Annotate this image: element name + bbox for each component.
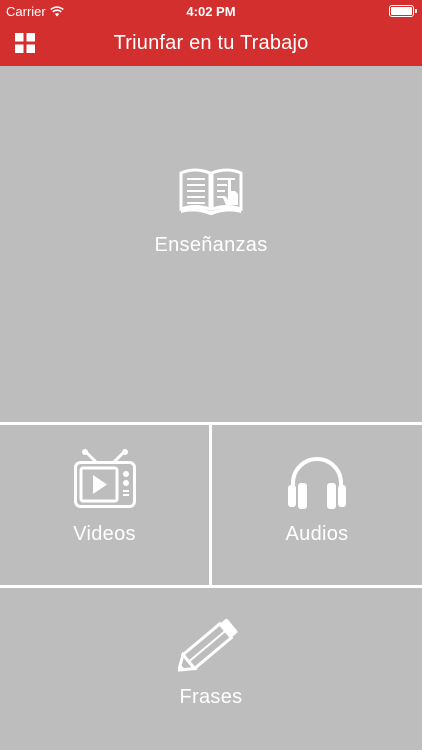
page-title: Triunfar en tu Trabajo (113, 32, 309, 54)
tile-label-audios: Audios (285, 523, 349, 545)
open-book-icon (179, 168, 243, 215)
tile-label-frases: Frases (179, 686, 243, 708)
headphones-icon (288, 457, 346, 509)
status-time: 4:02 PM (186, 4, 236, 19)
tile-label-ensenanzas: Enseñanzas (154, 234, 268, 256)
pencil-icon (178, 618, 238, 672)
tile-ensenanzas[interactable]: Enseñanzas (0, 66, 422, 422)
tv-play-icon (74, 449, 136, 508)
nav-bar: Triunfar en tu Trabajo (0, 22, 422, 66)
battery-icon (389, 5, 417, 17)
status-bar: Carrier 4:02 PM (0, 0, 422, 22)
tile-videos[interactable]: Videos (0, 425, 209, 585)
battery-level (391, 7, 412, 15)
tile-frases[interactable]: Frases (0, 588, 422, 750)
tile-label-videos: Videos (73, 523, 136, 545)
tile-audios[interactable]: Audios (212, 425, 422, 585)
